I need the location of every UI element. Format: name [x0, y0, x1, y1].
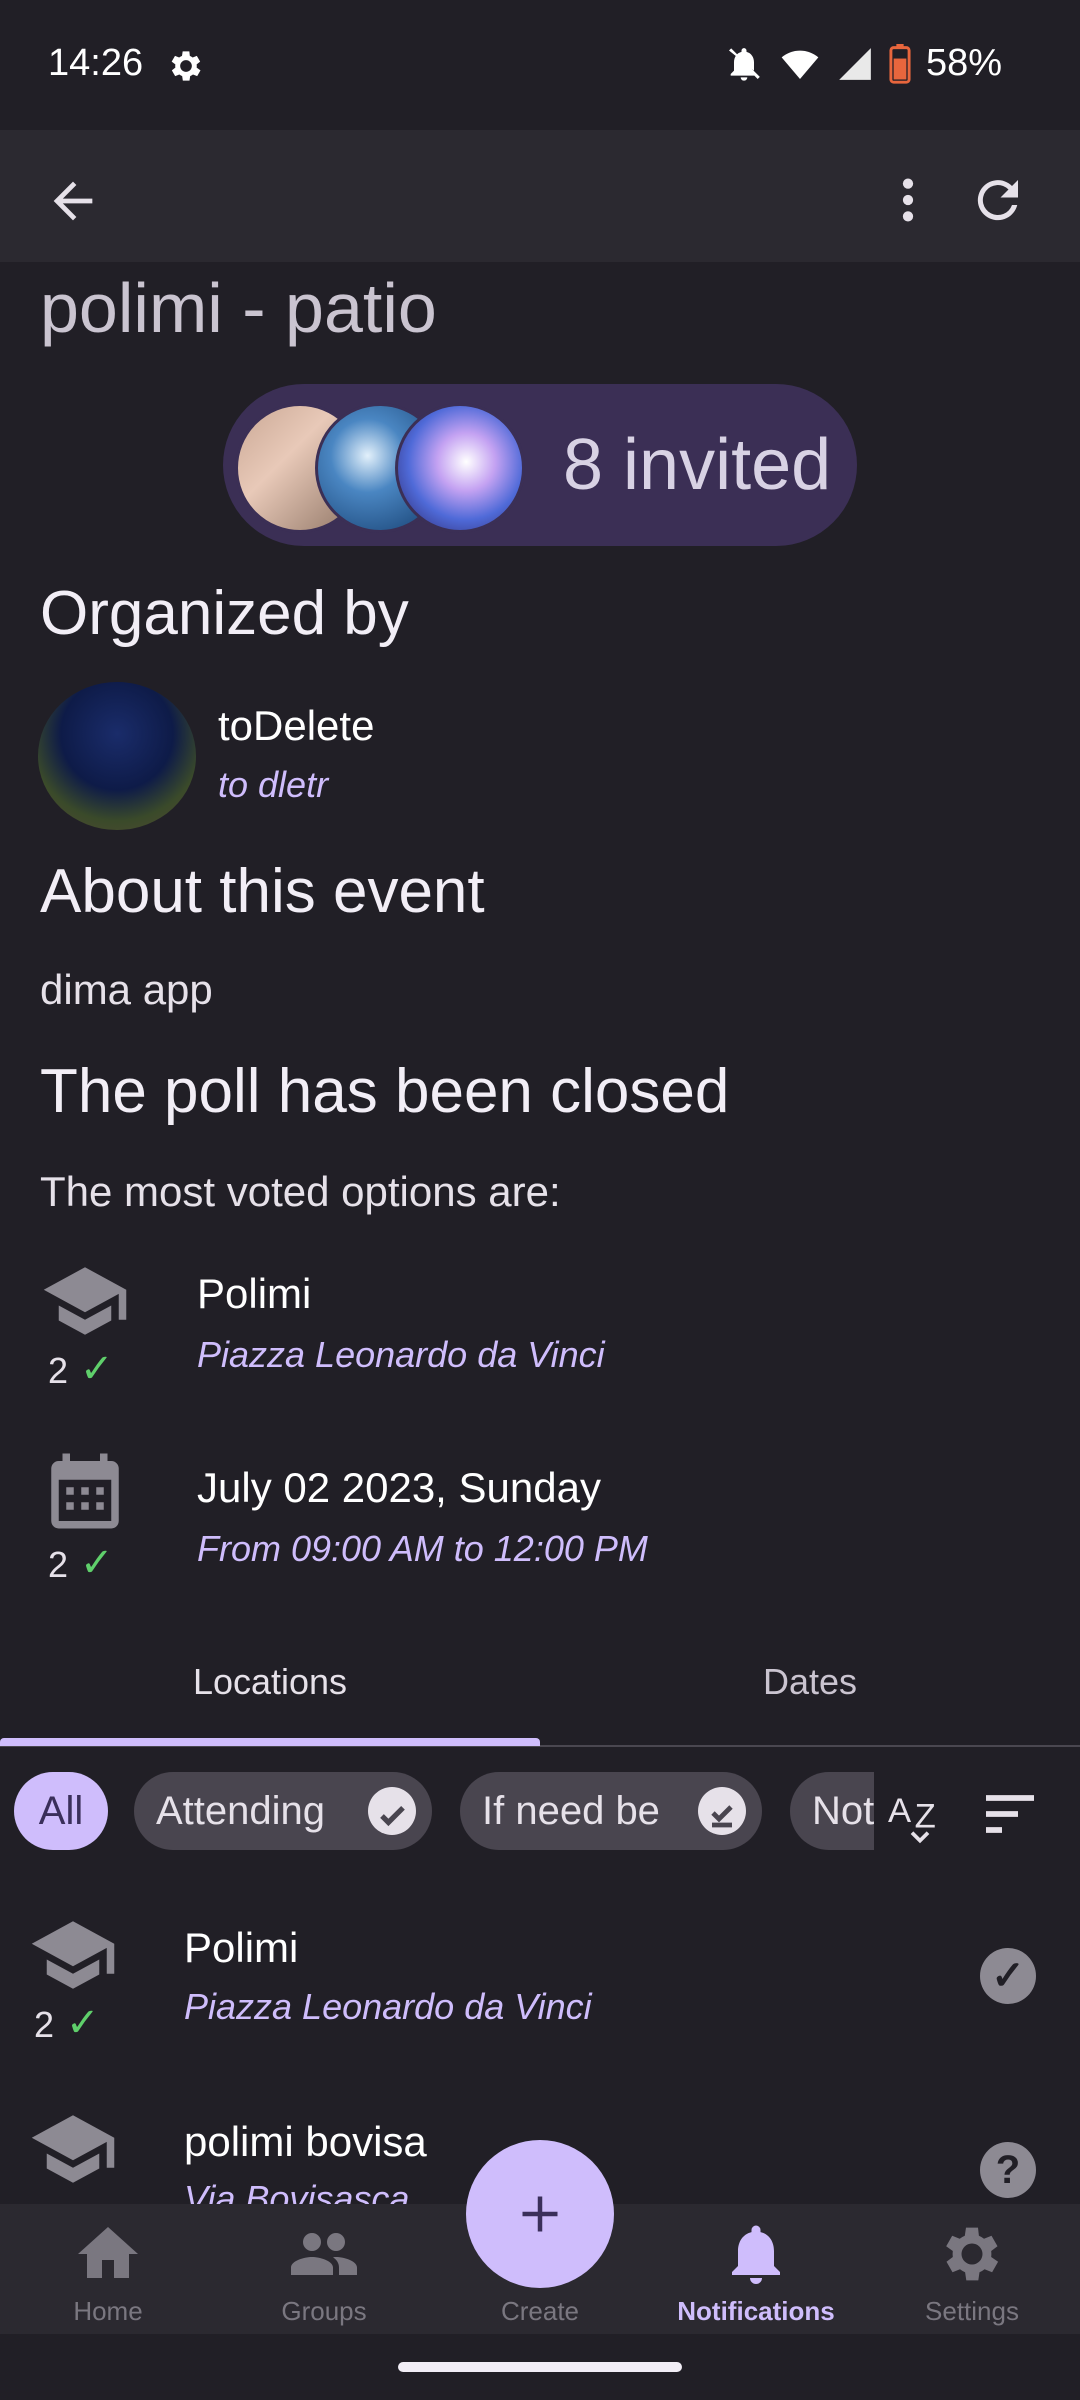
about-text: dima app	[40, 966, 213, 1013]
poll-heading: The poll has been closed	[40, 1057, 730, 1126]
option-vote-count: 2	[48, 1544, 69, 1585]
organized-heading: Organized by	[40, 579, 409, 648]
status-right: 58%	[724, 42, 1002, 85]
about-heading: About this event	[40, 857, 485, 926]
poll-subtitle: The most voted options are:	[40, 1168, 561, 1215]
list-item[interactable]: 2 ✓ Polimi Piazza Leonardo da Vinci ✓	[0, 1880, 1080, 2070]
organizer-subtitle: to dletr	[218, 764, 329, 805]
back-arrow-icon[interactable]	[44, 172, 102, 230]
sort-icon[interactable]	[978, 1782, 1042, 1846]
check-icon: ✓	[66, 2001, 100, 2045]
chip-label: Attending	[156, 1789, 326, 1833]
nav-label: Groups	[281, 2296, 367, 2326]
graduation-cap-icon	[31, 1921, 115, 1989]
create-fab[interactable]	[466, 2140, 614, 2288]
invited-count: 8 invited	[563, 425, 832, 505]
chip-if-need-be[interactable]: If need be	[460, 1772, 762, 1850]
mute-icon	[728, 47, 760, 81]
organizer-avatar[interactable]	[38, 682, 196, 830]
location-vote-count: 1	[34, 2196, 54, 2204]
nav-groups[interactable]: Groups	[216, 2204, 432, 2334]
tab-indicator	[0, 1738, 540, 1746]
bell-icon	[732, 2225, 780, 2284]
option-subtitle: From 09:00 AM to 12:00 PM	[197, 1528, 648, 1569]
option-title: July 02 2023, Sunday	[197, 1464, 601, 1511]
refresh-icon[interactable]	[968, 170, 1028, 230]
chip-all[interactable]: All	[14, 1772, 108, 1850]
location-vote-count: 2	[34, 2004, 55, 2045]
gesture-area	[0, 2334, 1080, 2400]
location-subtitle: Via Bovisasca	[184, 2178, 410, 2204]
home-gesture-bar[interactable]	[398, 2362, 682, 2372]
status-time: 14:26	[48, 42, 144, 84]
check-underline-icon	[698, 1787, 746, 1835]
check-icon: ✓	[80, 1347, 114, 1391]
chip-attending[interactable]: Attending	[134, 1772, 432, 1850]
check-icon: ✓	[80, 1541, 114, 1585]
chip-not[interactable]: Not	[790, 1772, 874, 1850]
event-title: polimi - patio	[40, 269, 437, 347]
settings-status-icon	[171, 51, 201, 81]
nav-notifications[interactable]: Notifications	[648, 2204, 864, 2334]
location-subtitle: Piazza Leonardo da Vinci	[184, 1986, 592, 2027]
organizer-name: toDelete	[218, 702, 375, 749]
svg-text:A: A	[888, 1792, 912, 1830]
graduation-cap-icon	[31, 2115, 115, 2183]
check-circle-icon	[368, 1787, 416, 1835]
location-title: Polimi	[184, 1924, 299, 1971]
battery-icon	[889, 43, 911, 84]
nav-home[interactable]: Home	[0, 2204, 216, 2334]
tab-locations[interactable]: Locations	[0, 1640, 540, 1748]
more-vert-icon[interactable]	[880, 170, 936, 230]
home-icon	[78, 2227, 138, 2278]
filter-chip-row: All Attending If need be Not	[0, 1760, 874, 1864]
help-circle-icon[interactable]: ?	[980, 2142, 1036, 2198]
calendar-icon	[51, 1453, 119, 1529]
invitee-avatar	[395, 403, 525, 533]
svg-text:Z: Z	[915, 1797, 936, 1835]
nav-label: Home	[73, 2296, 143, 2326]
check-circle-icon[interactable]: ✓	[980, 1948, 1036, 2004]
option-subtitle: Piazza Leonardo da Vinci	[197, 1334, 605, 1375]
nav-settings[interactable]: Settings	[864, 2204, 1080, 2334]
signal-icon	[839, 47, 871, 80]
tab-dates[interactable]: Dates	[540, 1640, 1080, 1748]
sort-alpha-icon[interactable]: AZ	[888, 1782, 952, 1846]
option-title: Polimi	[197, 1270, 312, 1317]
nav-label: Create	[500, 2296, 580, 2326]
option-vote-count: 2	[48, 1350, 69, 1391]
add-icon	[522, 2196, 558, 2232]
chip-label: If need be	[482, 1789, 660, 1833]
app-bar	[0, 130, 1080, 262]
groups-icon	[291, 2233, 357, 2275]
invited-button[interactable]: 8 invited	[223, 384, 857, 546]
nav-label: Settings	[925, 2296, 1019, 2326]
location-title: polimi bovisa	[184, 2118, 427, 2165]
nav-label: Notifications	[677, 2296, 835, 2326]
status-bar: 14:26 58%	[0, 0, 1080, 130]
settings-icon	[946, 2227, 999, 2281]
battery-percent: 58%	[925, 42, 1002, 84]
tab-bar: Locations Dates	[0, 1640, 1080, 1748]
graduation-cap-icon	[43, 1267, 127, 1335]
wifi-icon	[781, 50, 819, 79]
